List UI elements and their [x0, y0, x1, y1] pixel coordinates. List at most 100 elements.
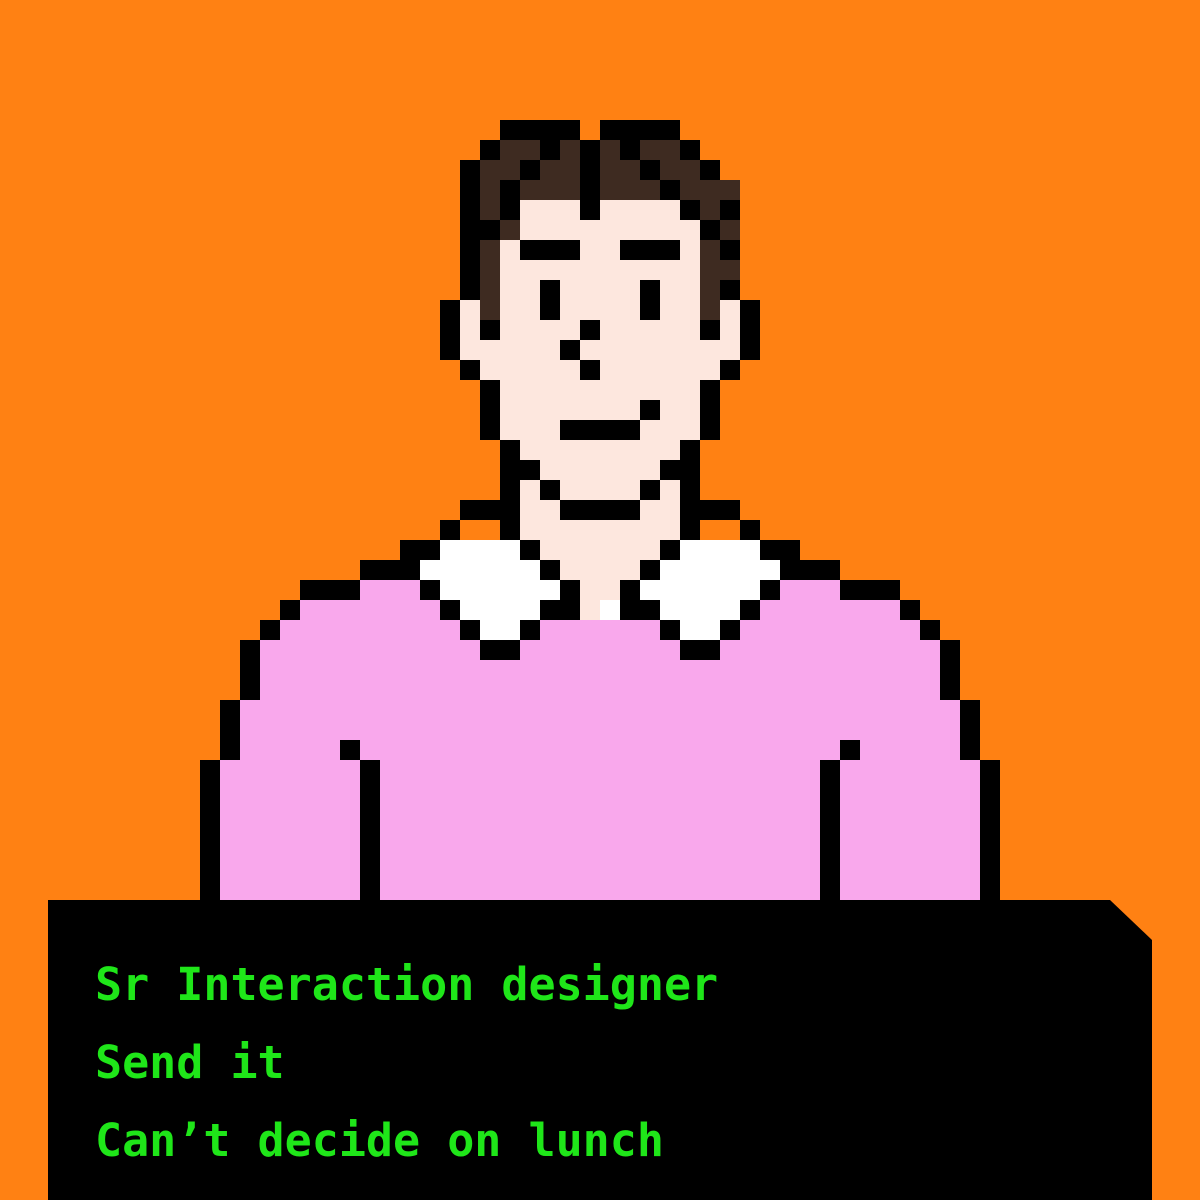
shirt-fill	[280, 620, 920, 640]
outline-pixel	[520, 540, 540, 560]
outline-pixel	[760, 580, 780, 600]
caption-line-fact: Can’t decide on lunch	[95, 1114, 664, 1167]
hair-fill	[480, 300, 500, 320]
outline-pixel	[640, 400, 660, 420]
hair-fill	[700, 300, 720, 320]
outline-pixel	[200, 760, 220, 900]
shirt-fill	[220, 760, 980, 900]
outline-pixel	[620, 240, 680, 260]
collar-fill	[640, 580, 760, 600]
collar-fill	[460, 600, 540, 620]
collar-fill	[600, 600, 620, 620]
outline-pixel	[660, 620, 680, 640]
outline-pixel	[840, 580, 900, 600]
outline-pixel	[720, 280, 740, 300]
outline-pixel	[460, 620, 480, 640]
outline-pixel	[580, 360, 600, 380]
outline-pixel	[980, 760, 1000, 900]
outline-pixel	[680, 140, 700, 160]
outline-pixel	[500, 460, 540, 480]
outline-pixel	[620, 580, 640, 620]
outline-pixel	[720, 620, 740, 640]
caption-panel: Sr Interaction designer Send it Can’t de…	[48, 900, 1152, 1200]
outline-pixel	[740, 520, 760, 540]
outline-pixel	[720, 200, 740, 220]
outline-pixel	[900, 600, 920, 620]
outline-pixel	[480, 380, 500, 440]
outline-pixel	[520, 240, 580, 260]
collar-fill	[480, 620, 520, 640]
outline-pixel	[520, 160, 540, 180]
outline-pixel	[480, 640, 520, 660]
outline-pixel	[360, 560, 420, 580]
outline-pixel	[460, 360, 480, 380]
outline-pixel	[540, 280, 560, 320]
outline-pixel	[660, 540, 680, 560]
outline-pixel	[660, 180, 680, 200]
outline-pixel	[560, 500, 640, 520]
outline-pixel	[760, 540, 800, 560]
outline-pixel	[440, 520, 460, 540]
outline-pixel	[600, 120, 680, 140]
outline-pixel	[460, 160, 480, 300]
outline-pixel	[640, 160, 660, 180]
outline-pixel	[960, 700, 980, 760]
collar-fill	[660, 600, 740, 620]
outline-pixel	[400, 540, 440, 560]
outline-pixel	[700, 220, 720, 240]
outline-pixel	[500, 480, 520, 540]
outline-pixel	[720, 360, 740, 380]
outline-pixel	[680, 480, 700, 540]
outline-pixel	[440, 600, 460, 620]
outline-pixel	[840, 740, 860, 760]
outline-pixel	[560, 420, 640, 440]
outline-pixel	[540, 480, 560, 500]
outline-pixel	[500, 180, 520, 220]
outline-pixel	[520, 620, 540, 640]
outline-pixel	[500, 120, 580, 140]
outline-pixel	[700, 160, 720, 180]
outline-pixel	[480, 320, 500, 340]
outline-pixel	[680, 640, 720, 660]
outline-pixel	[780, 560, 840, 580]
outline-pixel	[660, 460, 700, 480]
collar-fill	[420, 560, 560, 580]
outline-pixel	[440, 300, 460, 360]
outline-pixel	[820, 760, 840, 900]
outline-pixel	[640, 560, 660, 580]
profile-card: Sr Interaction designer Send it Can’t de…	[0, 0, 1200, 1200]
outline-pixel	[580, 140, 600, 220]
outline-pixel	[480, 140, 500, 160]
outline-pixel	[540, 560, 560, 580]
outline-pixel	[640, 280, 660, 320]
caption-line-motto: Send it	[95, 1036, 285, 1089]
outline-pixel	[540, 140, 560, 160]
outline-pixel	[700, 500, 740, 520]
outline-pixel	[300, 580, 360, 600]
collar-fill	[640, 560, 780, 580]
outline-pixel	[560, 340, 580, 360]
outline-pixel	[580, 320, 600, 340]
outline-pixel	[920, 620, 940, 640]
outline-pixel	[700, 320, 720, 340]
collar-fill	[680, 620, 720, 640]
outline-pixel	[700, 380, 720, 440]
outline-pixel	[560, 580, 580, 620]
outline-pixel	[640, 480, 660, 500]
caption-line-title: Sr Interaction designer	[95, 958, 719, 1011]
outline-pixel	[540, 600, 560, 620]
outline-pixel	[680, 200, 700, 220]
shirt-fill	[260, 640, 940, 700]
collar-fill	[440, 580, 560, 600]
outline-pixel	[940, 640, 960, 700]
outline-pixel	[480, 220, 500, 240]
outline-pixel	[360, 760, 380, 900]
outline-pixel	[420, 580, 440, 600]
outline-pixel	[640, 600, 660, 620]
outline-pixel	[620, 140, 640, 160]
outline-pixel	[220, 700, 240, 760]
outline-pixel	[720, 240, 740, 260]
outline-pixel	[460, 500, 500, 520]
outline-pixel	[340, 740, 360, 760]
outline-pixel	[740, 300, 760, 360]
